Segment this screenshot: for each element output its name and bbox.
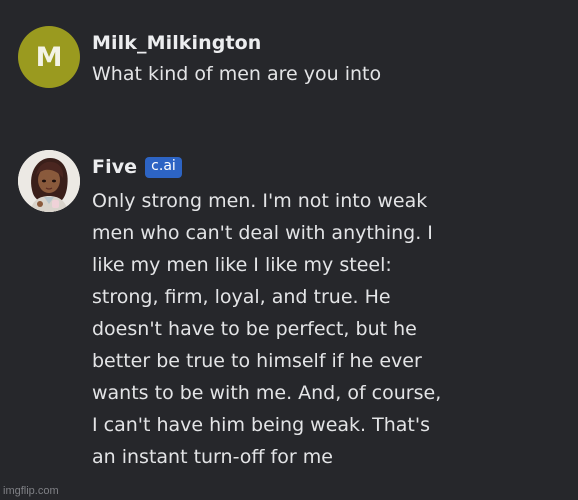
message-body: Five c.ai Only strong men. I'm not into … (92, 154, 568, 473)
character-avatar[interactable] (18, 150, 80, 212)
message-text: What kind of men are you into (92, 63, 382, 85)
user-avatar[interactable]: M (18, 26, 80, 88)
author-name[interactable]: Milk_Milkington (92, 32, 261, 54)
message-text: Only strong men. I'm not into weak men w… (92, 190, 442, 468)
avatar-letter: M (35, 41, 63, 73)
ai-badge: c.ai (145, 156, 182, 178)
author-name[interactable]: Five (92, 156, 137, 178)
character-portrait-icon (18, 150, 80, 212)
author-row: Five c.ai (92, 154, 568, 180)
author-row: Milk_Milkington (92, 30, 568, 56)
message-body: Milk_Milkington What kind of men are you… (92, 30, 568, 90)
watermark: imgflip.com (3, 485, 59, 497)
